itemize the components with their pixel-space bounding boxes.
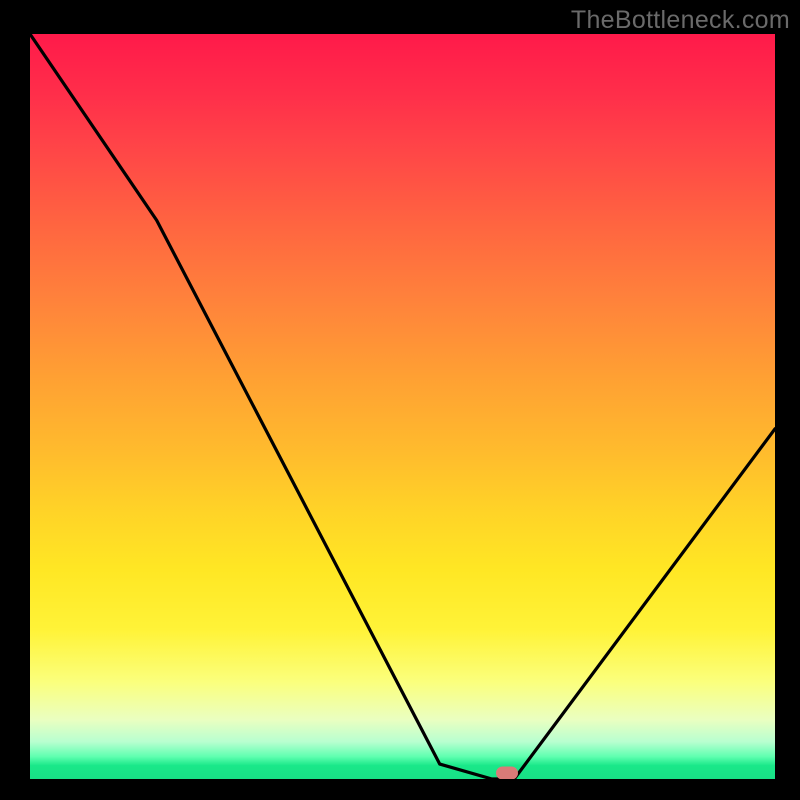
optimal-marker — [496, 767, 518, 779]
watermark-text: TheBottleneck.com — [571, 6, 790, 35]
chart-stage: TheBottleneck.com — [0, 0, 800, 800]
plot-area — [30, 34, 775, 779]
bottleneck-curve — [30, 34, 775, 779]
